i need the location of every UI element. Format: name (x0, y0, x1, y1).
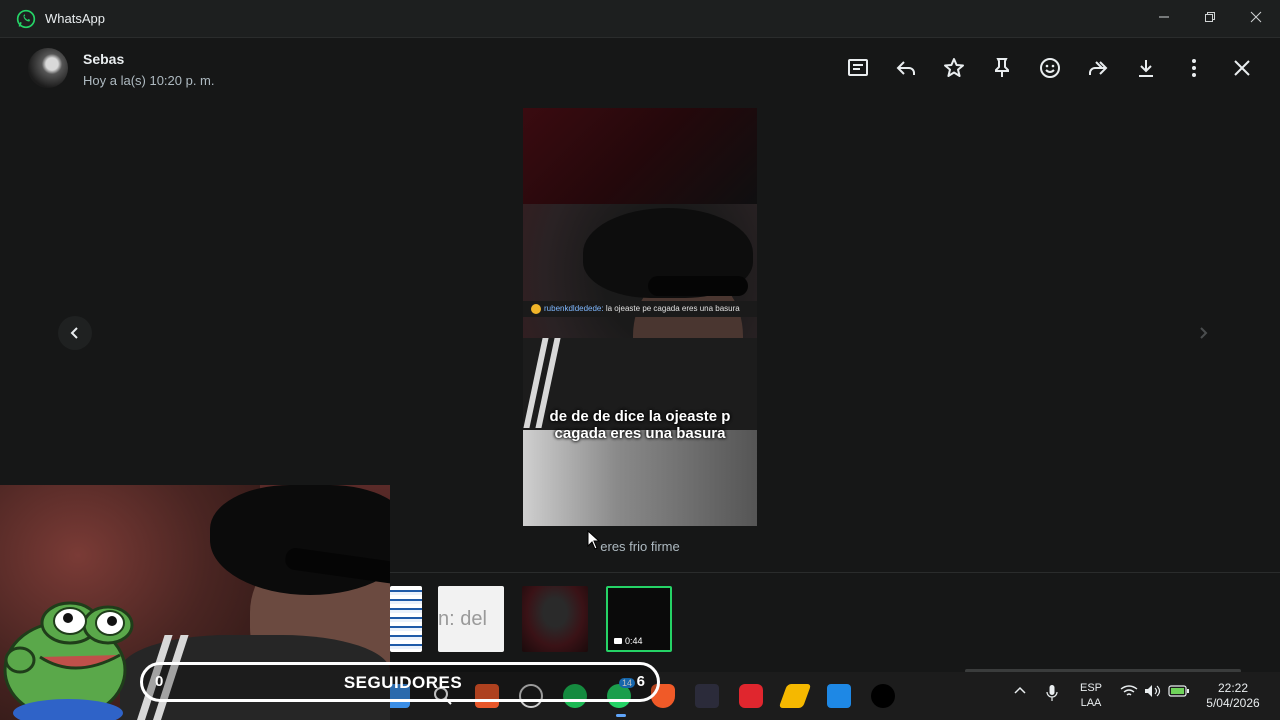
sender-name: Sebas (83, 51, 125, 67)
previous-media-button[interactable] (58, 316, 92, 350)
comment-badge-icon (531, 303, 541, 314)
forward-icon (1089, 61, 1108, 75)
forward-button[interactable] (1086, 56, 1110, 80)
close-window-icon (1250, 11, 1262, 23)
chevron-up-icon (1014, 686, 1026, 694)
wifi-icon[interactable] (1120, 684, 1138, 701)
star-icon (944, 58, 964, 77)
next-media-button[interactable] (1186, 316, 1220, 350)
minimize-icon (1159, 16, 1169, 18)
battery-icon[interactable] (1168, 684, 1190, 701)
react-button[interactable] (1038, 56, 1062, 80)
thumbnail-text: n: del (438, 608, 487, 630)
sender-time: Hoy a la(s) 10:20 p. m. (83, 73, 215, 88)
close-icon (1234, 60, 1250, 76)
followers-label: SEGUIDORES (343, 673, 463, 692)
reply-button[interactable] (894, 56, 918, 80)
avatar[interactable] (28, 48, 68, 88)
volume-icon[interactable] (1144, 684, 1162, 701)
pepe-frog-sticker (3, 601, 134, 720)
video-top-band (523, 108, 757, 204)
media-thumbnail[interactable] (522, 586, 588, 652)
restore-icon (1205, 12, 1215, 22)
close-window-button[interactable] (1233, 0, 1279, 34)
go-to-message-button[interactable] (846, 56, 870, 80)
active-app-indicator (616, 714, 626, 717)
restore-button[interactable] (1187, 0, 1233, 34)
video-duration: 0:44 (614, 636, 643, 646)
media-caption: eres frio firme (600, 539, 680, 554)
media-thumbnail[interactable] (390, 586, 422, 652)
emoji-icon (1040, 58, 1060, 78)
keyboard-layout: LAA (1080, 697, 1102, 709)
followers-counter: 0 SEGUIDORES 6 (140, 662, 660, 702)
minimize-button[interactable] (1141, 0, 1187, 34)
language-indicator[interactable]: ESP LAA (1072, 681, 1110, 711)
tiktok-icon[interactable] (871, 684, 895, 708)
media-video-frame[interactable]: rubenkdldedede: la ojeaste pe cagada ere… (523, 108, 757, 526)
star-button[interactable] (942, 56, 966, 80)
comment-text: la ojeaste pe cagada eres una basura (605, 304, 740, 313)
message-icon (848, 59, 868, 76)
reply-icon (896, 61, 915, 75)
download-icon (1139, 60, 1153, 77)
comment-user: rubenkdldedede: (544, 304, 604, 313)
video-person-sunglasses (648, 276, 748, 296)
pin-button[interactable] (990, 56, 1014, 80)
app-title: WhatsApp (45, 11, 105, 26)
media-thumbnail[interactable]: n: del (438, 586, 504, 652)
clock-time: 22:22 (1217, 681, 1249, 695)
pin-icon (995, 58, 1009, 77)
video-duration-label: 0:44 (625, 636, 643, 646)
more-options-button[interactable] (1182, 56, 1206, 80)
microphone-icon[interactable] (1046, 684, 1058, 705)
followers-goal: 6 (636, 673, 645, 690)
chevron-left-icon (70, 327, 78, 339)
video-bottom-band (523, 430, 757, 526)
mouse-cursor-icon (587, 530, 601, 550)
close-viewer-button[interactable] (1230, 56, 1254, 80)
app-icon[interactable] (695, 684, 719, 708)
media-viewer-header: Sebas Hoy a la(s) 10:20 p. m. (0, 38, 1280, 100)
title-bar: WhatsApp (0, 0, 1280, 38)
chevron-right-icon (1200, 327, 1208, 339)
launcher-icon[interactable] (739, 684, 763, 708)
language-code: ESP (1079, 682, 1102, 694)
live-comment: rubenkdldedede: la ojeaste pe cagada ere… (523, 301, 757, 317)
whatsapp-logo-icon (16, 9, 36, 29)
more-vertical-icon (1192, 59, 1196, 77)
clock-date: 5/04/2026 (1206, 696, 1260, 710)
video-camera-icon (614, 638, 622, 644)
media-thumbnail-selected[interactable]: 0:44 (606, 586, 672, 652)
video-subtitle: de de de dice la ojeaste p cagada eres u… (549, 408, 731, 442)
vscode-icon[interactable] (827, 684, 851, 708)
show-hidden-icons-button[interactable] (1014, 684, 1026, 699)
download-button[interactable] (1134, 56, 1158, 80)
system-clock[interactable]: 22:22 5/04/2026 (1198, 681, 1268, 711)
